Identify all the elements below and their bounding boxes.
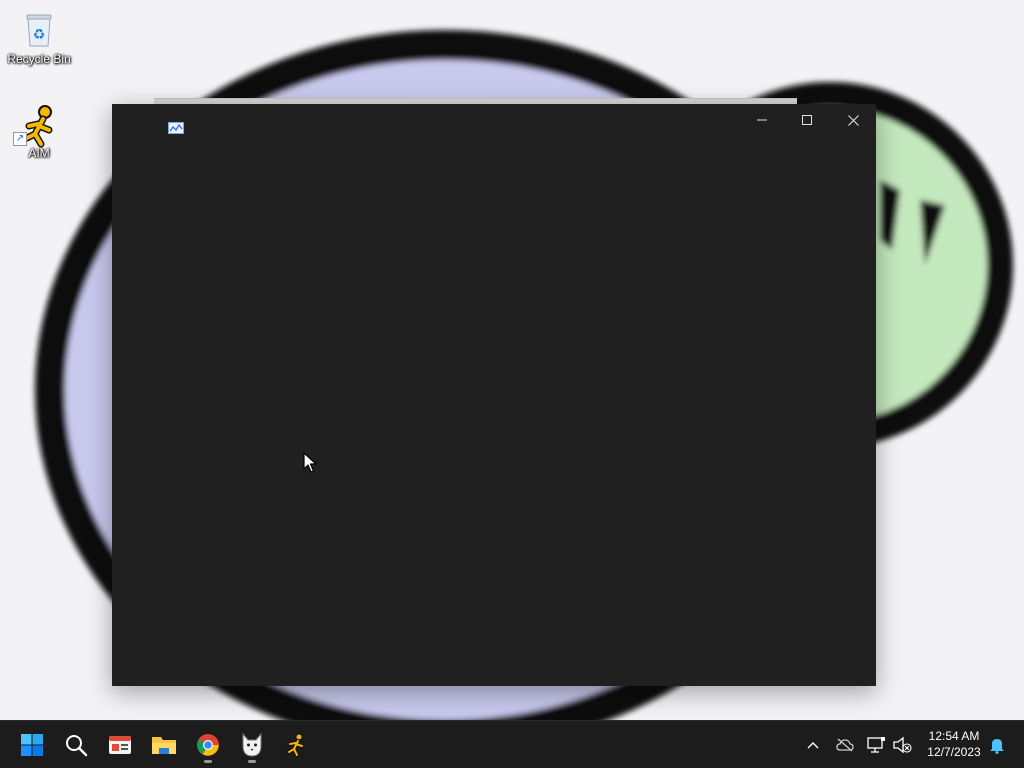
cat-icon bbox=[242, 732, 262, 757]
search-button[interactable] bbox=[56, 725, 96, 765]
window-titlebar[interactable] bbox=[112, 104, 876, 136]
chevron-up-icon bbox=[807, 742, 819, 749]
show-hidden-icons-button[interactable] bbox=[801, 733, 825, 757]
volume-muted-icon bbox=[893, 736, 912, 754]
clock-date: 12/7/2023 bbox=[927, 745, 981, 759]
aim-taskbar-button[interactable] bbox=[276, 725, 316, 765]
running-indicator bbox=[204, 760, 212, 763]
widgets-button[interactable] bbox=[100, 725, 140, 765]
taskbar: 12:54 AM 12/7/2023 bbox=[0, 720, 1024, 768]
onedrive-offline-icon bbox=[836, 738, 854, 752]
aim-running-man-icon: ↗ bbox=[13, 104, 59, 148]
file-explorer-button[interactable] bbox=[144, 725, 184, 765]
folder-icon bbox=[152, 737, 176, 754]
notification-bell-icon bbox=[990, 739, 1004, 754]
volume-button[interactable] bbox=[890, 733, 914, 757]
window-content-area[interactable] bbox=[112, 136, 876, 686]
desktop-icon-label: Recycle Bin bbox=[7, 52, 71, 66]
clock-time: 12:54 AM bbox=[928, 729, 980, 743]
app-window[interactable] bbox=[112, 104, 876, 686]
taskbar-clock[interactable]: 12:54 AM 12/7/2023 bbox=[918, 728, 990, 760]
aim-running-man-icon bbox=[287, 733, 304, 757]
notifications-button[interactable] bbox=[985, 733, 1009, 757]
mouse-cursor-icon bbox=[303, 452, 317, 474]
chrome-button[interactable] bbox=[188, 725, 228, 765]
close-icon bbox=[847, 114, 859, 126]
onedrive-status-button[interactable] bbox=[833, 733, 857, 757]
desktop-icon-recycle-bin[interactable]: ♻ Recycle Bin bbox=[3, 10, 75, 66]
desktop-icon-label: AIM bbox=[28, 146, 50, 160]
running-indicator bbox=[248, 760, 256, 763]
search-icon bbox=[66, 735, 88, 757]
minimize-button[interactable] bbox=[739, 104, 785, 136]
close-button[interactable] bbox=[830, 104, 876, 136]
svg-text:♻: ♻ bbox=[33, 27, 46, 43]
shortcut-arrow-icon: ↗ bbox=[13, 132, 27, 146]
windows-logo-icon bbox=[21, 734, 43, 756]
maximize-button[interactable] bbox=[784, 104, 830, 136]
recycle-bin-icon: ♻ bbox=[19, 10, 59, 50]
image-viewer-icon bbox=[168, 121, 184, 134]
minimize-icon bbox=[757, 119, 767, 121]
desktop-icon-aim[interactable]: ↗ AIM bbox=[3, 104, 75, 160]
network-button[interactable] bbox=[864, 733, 888, 757]
chrome-icon bbox=[197, 734, 219, 756]
cat-app-button[interactable] bbox=[232, 725, 272, 765]
maximize-icon bbox=[802, 115, 812, 125]
network-icon bbox=[867, 737, 885, 753]
widgets-icon bbox=[109, 736, 131, 754]
start-button[interactable] bbox=[12, 725, 52, 765]
